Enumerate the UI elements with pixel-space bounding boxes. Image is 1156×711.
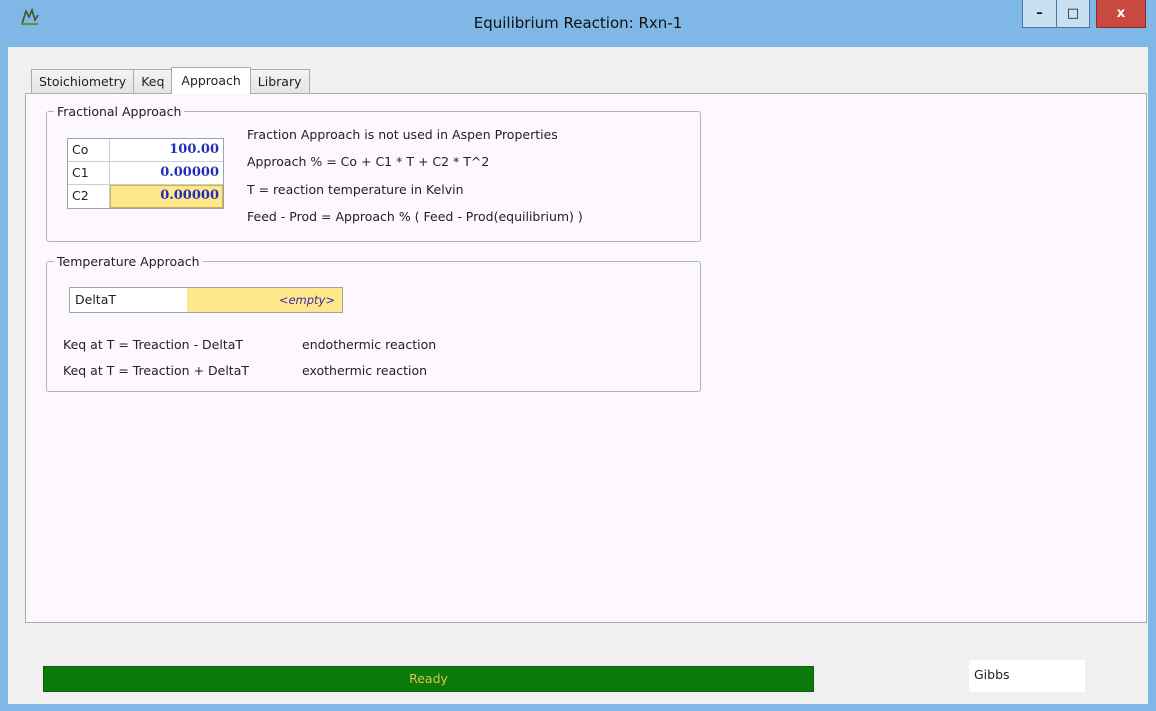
client-area: Stoichiometry Keq Approach Library Fract… (8, 47, 1148, 704)
minimize-icon: – (1036, 6, 1043, 21)
method-field: Gibbs (969, 660, 1085, 692)
note-temperature-definition: T = reaction temperature in Kelvin (247, 182, 464, 197)
tab-approach[interactable]: Approach (171, 67, 251, 94)
endothermic-label: endothermic reaction (302, 337, 437, 352)
approach-tab-panel: Fractional Approach Co 100.00 C1 0.00000… (25, 93, 1147, 623)
coefficient-row-c1: C1 0.00000 (68, 162, 223, 185)
coefficient-co-value[interactable]: 100.00 (110, 139, 223, 161)
fractional-approach-legend: Fractional Approach (57, 104, 182, 119)
note-not-used: Fraction Approach is not used in Aspen P… (247, 127, 558, 142)
status-progress-bar: Ready (43, 666, 814, 692)
minimize-button[interactable]: – (1022, 0, 1056, 28)
coefficient-c2-value[interactable]: 0.00000 (110, 185, 223, 208)
deltat-label: DeltaT (75, 292, 116, 307)
coefficient-c1-value[interactable]: 0.00000 (110, 162, 223, 184)
deltat-input[interactable]: <empty> (187, 288, 342, 312)
tab-keq[interactable]: Keq (133, 69, 173, 94)
coefficient-table: Co 100.00 C1 0.00000 C2 0.00000 (67, 138, 224, 209)
exothermic-label: exothermic reaction (302, 363, 428, 378)
exothermic-formula: Keq at T = Treaction + DeltaT (63, 363, 249, 378)
note-approach-formula: Approach % = Co + C1 * T + C2 * T^2 (247, 154, 490, 169)
coefficient-row-c2: C2 0.00000 (68, 185, 223, 208)
deltat-field: DeltaT <empty> (69, 287, 343, 313)
close-icon: x (1116, 6, 1126, 21)
tab-strip: Stoichiometry Keq Approach Library (31, 67, 310, 94)
coefficient-label: Co (68, 139, 110, 161)
endothermic-formula: Keq at T = Treaction - DeltaT (63, 337, 244, 352)
fractional-approach-group: Fractional Approach Co 100.00 C1 0.00000… (46, 104, 701, 242)
temperature-approach-legend: Temperature Approach (57, 254, 200, 269)
coefficient-label: C2 (68, 185, 110, 208)
tab-library[interactable]: Library (249, 69, 310, 94)
maximize-button[interactable]: □ (1056, 0, 1090, 28)
note-feed-prod-formula: Feed - Prod = Approach % ( Feed - Prod(e… (247, 209, 583, 224)
close-button[interactable]: x (1096, 0, 1146, 28)
coefficient-label: C1 (68, 162, 110, 184)
status-text: Ready (409, 671, 448, 686)
temperature-approach-group: Temperature Approach DeltaT <empty> Keq … (46, 254, 701, 392)
coefficient-row-co: Co 100.00 (68, 139, 223, 162)
window-title: Equilibrium Reaction: Rxn-1 (473, 14, 683, 32)
title-bar[interactable]: Equilibrium Reaction: Rxn-1 – □ x (0, 0, 1156, 45)
maximize-icon: □ (1066, 6, 1080, 21)
tab-stoichiometry[interactable]: Stoichiometry (31, 69, 135, 94)
equilibrium-reaction-window: Equilibrium Reaction: Rxn-1 – □ x Stoich… (0, 0, 1156, 711)
